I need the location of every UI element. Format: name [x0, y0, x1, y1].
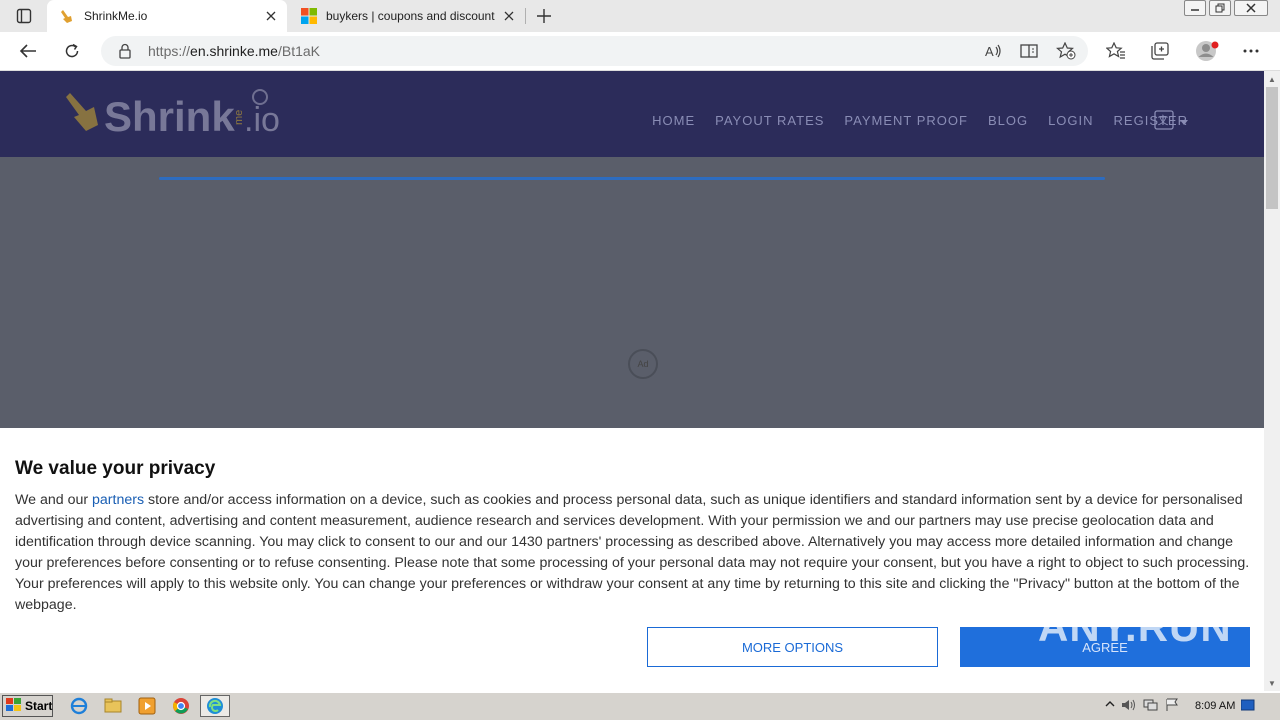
- logo-io: .io: [244, 101, 280, 139]
- chrome-icon[interactable]: [172, 697, 190, 715]
- file-explorer-icon[interactable]: [104, 697, 122, 715]
- windows-logo-icon: [6, 697, 22, 715]
- start-button[interactable]: Start: [2, 695, 53, 717]
- translate-icon: 文: [1154, 109, 1174, 135]
- svg-text:文: 文: [1158, 113, 1169, 127]
- partners-link[interactable]: partners: [92, 492, 144, 508]
- system-tray: 8:09 AM: [1105, 696, 1277, 716]
- collections-icon[interactable]: [1150, 42, 1170, 65]
- add-favorite-icon[interactable]: [1056, 41, 1076, 65]
- lock-icon[interactable]: [118, 43, 132, 64]
- page-viewport: Shrink me .io HOME PAYOUT RATES PAYMENT …: [0, 71, 1264, 691]
- settings-more-icon[interactable]: [1242, 44, 1260, 63]
- consent-text-start: We and our: [15, 492, 93, 508]
- refresh-button[interactable]: [60, 40, 84, 62]
- consent-text: We and our partners store and/or access …: [15, 490, 1260, 616]
- new-tab-icon[interactable]: [534, 6, 554, 26]
- scrollbar-thumb[interactable]: [1266, 87, 1278, 209]
- site-nav: HOME PAYOUT RATES PAYMENT PROOF BLOG LOG…: [652, 113, 1188, 128]
- consent-dialog: We value your privacy We and our partner…: [0, 428, 1264, 691]
- tab-title: buykers | coupons and discount: [326, 9, 495, 23]
- show-desktop-icon[interactable]: [1240, 698, 1255, 715]
- url-path: /Bt1aK: [277, 43, 320, 59]
- consent-text-rest: store and/or access information on a dev…: [15, 492, 1250, 613]
- close-tab-icon[interactable]: [263, 8, 279, 24]
- tab-shrinkme[interactable]: ShrinkMe.io: [47, 0, 287, 32]
- flag-icon[interactable]: [1165, 698, 1179, 715]
- svg-text:A: A: [985, 44, 994, 59]
- consent-title: We value your privacy: [15, 458, 216, 479]
- anyrun-watermark: ANY.RUN: [1038, 603, 1232, 650]
- start-label: Start: [25, 699, 53, 713]
- url-scheme: https://: [148, 43, 191, 59]
- nav-home[interactable]: HOME: [652, 113, 695, 128]
- logo-text: Shrink: [104, 93, 235, 140]
- ie-icon[interactable]: [70, 697, 88, 715]
- tab-actions-icon[interactable]: [14, 6, 34, 26]
- back-button[interactable]: [16, 40, 40, 62]
- immersive-reader-icon[interactable]: [1020, 42, 1038, 65]
- microsoft-favicon-icon: [301, 8, 317, 24]
- close-window-button[interactable]: [1234, 0, 1268, 16]
- hand-favicon-icon: [59, 8, 75, 24]
- clock[interactable]: 8:09 AM: [1195, 700, 1235, 712]
- profile-avatar-icon[interactable]: [1195, 40, 1219, 67]
- nav-payment-proof[interactable]: PAYMENT PROOF: [844, 113, 968, 128]
- read-aloud-icon[interactable]: A: [984, 42, 1002, 65]
- edge-icon: [206, 697, 224, 715]
- volume-icon[interactable]: [1121, 698, 1137, 715]
- nav-login[interactable]: LOGIN: [1048, 113, 1093, 128]
- nav-payout-rates[interactable]: PAYOUT RATES: [715, 113, 824, 128]
- tab-divider: [525, 8, 526, 24]
- site-logo[interactable]: Shrink me .io: [64, 85, 304, 145]
- url-host: en.shrinke.me: [190, 43, 278, 59]
- restore-button[interactable]: [1209, 0, 1231, 16]
- caret-down-icon: [1180, 113, 1188, 131]
- url-text[interactable]: https://en.shrinke.me/Bt1aK: [148, 43, 320, 59]
- tab-title: ShrinkMe.io: [84, 9, 148, 23]
- language-selector[interactable]: 文: [1154, 109, 1194, 135]
- tray-expand-icon[interactable]: [1105, 699, 1115, 714]
- more-options-button[interactable]: MORE OPTIONS: [647, 627, 938, 667]
- network-icon[interactable]: [1143, 698, 1159, 715]
- nav-blog[interactable]: BLOG: [988, 113, 1028, 128]
- windows-taskbar: [0, 692, 1280, 720]
- ad-badge: Ad: [628, 349, 658, 379]
- scroll-down-arrow-icon[interactable]: ▼: [1264, 675, 1280, 691]
- content-card-top-border: [159, 177, 1105, 180]
- minimize-button[interactable]: [1184, 0, 1206, 16]
- media-player-icon[interactable]: [138, 697, 156, 715]
- close-tab-icon[interactable]: [501, 8, 517, 24]
- favorites-icon[interactable]: [1105, 41, 1126, 65]
- tab-buykers[interactable]: buykers | coupons and discount: [289, 0, 525, 32]
- scroll-up-arrow-icon[interactable]: ▲: [1264, 71, 1280, 87]
